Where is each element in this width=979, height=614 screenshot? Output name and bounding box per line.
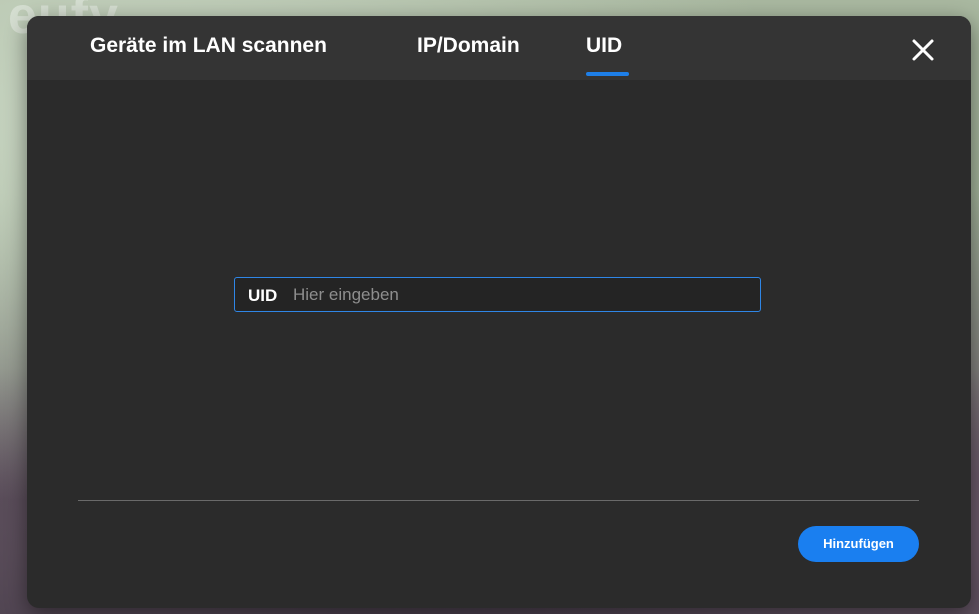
tab-ip-domain[interactable]: IP/Domain: [417, 34, 520, 58]
uid-field[interactable]: UID: [234, 277, 761, 312]
active-tab-indicator: [586, 72, 629, 76]
add-device-dialog: Geräte im LAN scannen IP/Domain UID UID …: [27, 16, 971, 608]
footer-divider: [78, 500, 919, 501]
close-icon: [912, 39, 934, 61]
close-button[interactable]: [905, 32, 941, 68]
uid-field-label: UID: [248, 286, 278, 305]
add-button[interactable]: Hinzufügen: [798, 526, 919, 562]
tab-uid[interactable]: UID: [586, 34, 622, 58]
tab-bar: Geräte im LAN scannen IP/Domain UID: [27, 16, 971, 80]
uid-input[interactable]: [293, 282, 748, 307]
tab-lan-scan[interactable]: Geräte im LAN scannen: [90, 34, 327, 58]
